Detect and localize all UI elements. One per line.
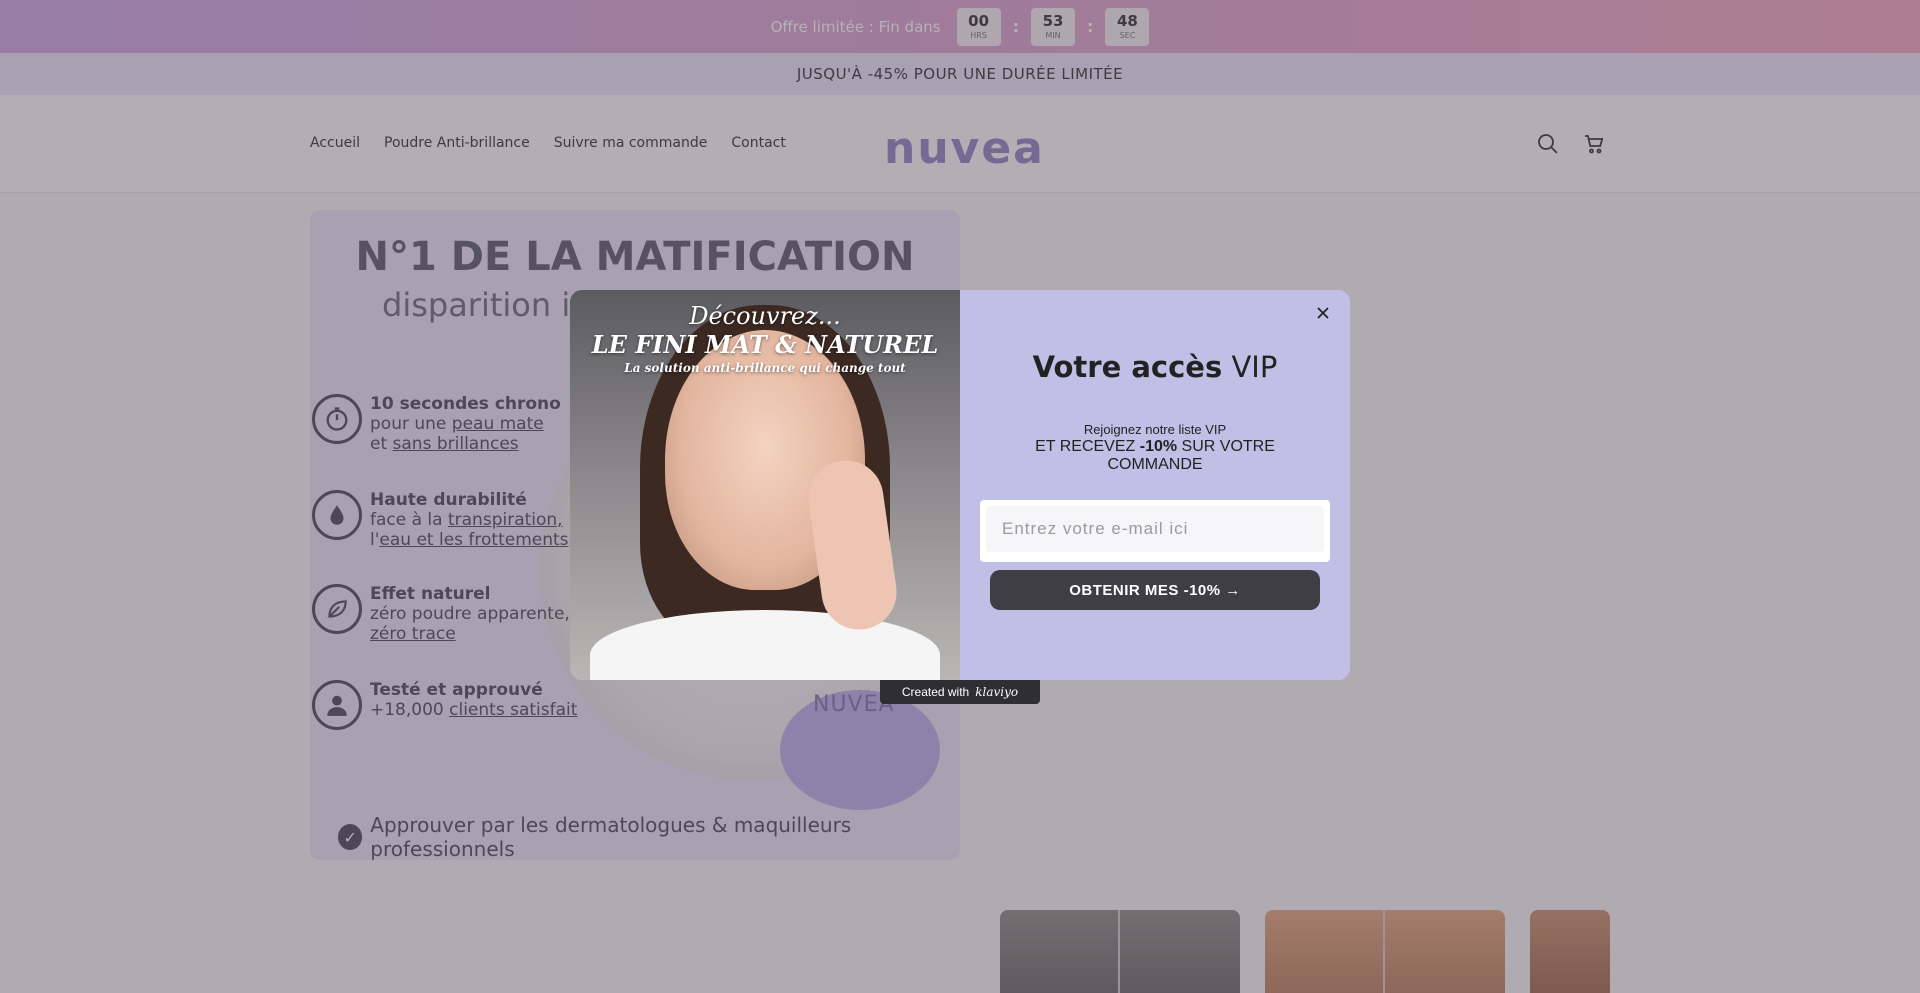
klaviyo-logo: klaviyo [975, 685, 1019, 699]
klaviyo-badge[interactable]: Created with klaviyo [880, 680, 1040, 704]
close-icon[interactable] [1312, 302, 1334, 324]
image-caption-line2: LE FINI MAT & NATUREL [591, 330, 939, 359]
email-input[interactable] [986, 506, 1324, 552]
image-caption-line3: La solution anti-brillance qui change to… [624, 361, 906, 375]
image-caption-line1: Découvrez... [689, 302, 841, 330]
modal-image-caption: Découvrez... LE FINI MAT & NATUREL La so… [570, 302, 960, 376]
email-field-wrapper [980, 500, 1330, 562]
modal-title: Votre accès VIP [1032, 350, 1278, 384]
get-discount-button[interactable]: OBTENIR MES -10% → [990, 570, 1320, 610]
vip-signup-modal: Découvrez... LE FINI MAT & NATUREL La so… [570, 290, 1350, 680]
modal-offer-text: ET RECEVEZ -10% SUR VOTRE COMMANDE [1035, 438, 1275, 473]
badge-prefix: Created with [901, 685, 970, 699]
modal-lead-text: Rejoignez notre liste VIP [1083, 422, 1227, 437]
modal-form-panel: Votre accès VIP Rejoignez notre liste VI… [960, 290, 1350, 680]
model-shirt [590, 610, 940, 680]
modal-hero-image: Découvrez... LE FINI MAT & NATUREL La so… [570, 290, 960, 680]
